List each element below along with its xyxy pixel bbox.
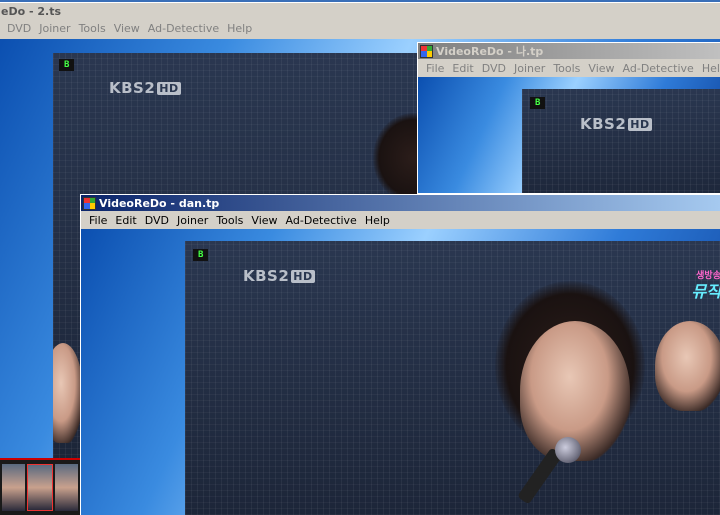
thumbnail-strip[interactable] <box>0 458 80 515</box>
menu-tools[interactable]: Tools <box>549 62 584 75</box>
menu-tools[interactable]: Tools <box>212 214 247 227</box>
frame-type-badge: B <box>530 97 546 109</box>
window-dan-tp[interactable]: VideoReDo - dan.tp File Edit DVD Joiner … <box>80 194 720 515</box>
window-na-tp-menubar: File Edit DVD Joiner Tools View Ad-Detec… <box>418 59 720 77</box>
thumbnail-3[interactable] <box>54 464 78 511</box>
menu-view[interactable]: View <box>584 62 618 75</box>
channel-logo: KBS2 HD <box>109 79 181 97</box>
channel-logo: KBS2 HD <box>243 267 315 285</box>
window-dan-tp-menubar: File Edit DVD Joiner Tools View Ad-Detec… <box>81 211 720 229</box>
menu-edit[interactable]: Edit <box>111 214 140 227</box>
menu-help[interactable]: Help <box>223 22 256 35</box>
menu-file[interactable]: File <box>85 214 111 227</box>
menu-view[interactable]: View <box>110 22 144 35</box>
window-dan-tp-client: B KBS2 HD 생방송 뮤직 <box>81 229 720 515</box>
menu-tools[interactable]: Tools <box>75 22 110 35</box>
window-2ts-menubar: DVD Joiner Tools View Ad-Detective Help <box>0 19 720 37</box>
menu-file[interactable]: File <box>422 62 448 75</box>
menu-ad-detective[interactable]: Ad-Detective <box>619 62 698 75</box>
performer-left-arm <box>53 343 83 443</box>
menu-edit[interactable]: Edit <box>448 62 477 75</box>
window-na-tp[interactable]: VideoReDo - 나.tp File Edit DVD Joiner To… <box>417 42 720 194</box>
menu-joiner[interactable]: Joiner <box>510 62 549 75</box>
menu-ad-detective[interactable]: Ad-Detective <box>144 22 223 35</box>
video-frame-dan-tp[interactable]: B KBS2 HD 생방송 뮤직 <box>185 241 720 515</box>
performer-hand <box>655 321 720 411</box>
menu-dvd[interactable]: DVD <box>478 62 510 75</box>
menu-joiner[interactable]: Joiner <box>35 22 74 35</box>
window-na-tp-titlebar[interactable]: VideoReDo - 나.tp <box>418 43 720 59</box>
window-2ts-titlebar[interactable]: eDo - 2.ts <box>0 3 720 19</box>
window-dan-tp-title: VideoReDo - dan.tp <box>99 196 220 210</box>
channel-logo: KBS2 HD <box>580 115 652 133</box>
thumbnail-1[interactable] <box>2 464 26 511</box>
window-dan-tp-titlebar[interactable]: VideoReDo - dan.tp <box>81 195 720 211</box>
microphone <box>555 437 581 463</box>
videoredo-app-icon <box>83 196 96 210</box>
menu-view[interactable]: View <box>247 214 281 227</box>
menu-joiner[interactable]: Joiner <box>173 214 212 227</box>
frame-type-badge: B <box>193 249 209 261</box>
menu-dvd[interactable]: DVD <box>3 22 35 35</box>
menu-help[interactable]: Help <box>698 62 720 75</box>
frame-type-badge: B <box>59 59 75 71</box>
menu-ad-detective[interactable]: Ad-Detective <box>282 214 361 227</box>
menu-dvd[interactable]: DVD <box>141 214 173 227</box>
show-promo-logo: 생방송 뮤직 <box>691 271 720 301</box>
window-2ts-title: eDo - 2.ts <box>1 4 62 18</box>
window-na-tp-title: VideoReDo - 나.tp <box>436 45 544 58</box>
video-frame-na-tp[interactable]: B KBS2 HD <box>522 89 720 193</box>
thumbnail-2[interactable] <box>27 464 53 511</box>
menu-help[interactable]: Help <box>361 214 394 227</box>
videoredo-app-icon <box>420 44 433 58</box>
window-na-tp-client: B KBS2 HD <box>418 77 720 193</box>
